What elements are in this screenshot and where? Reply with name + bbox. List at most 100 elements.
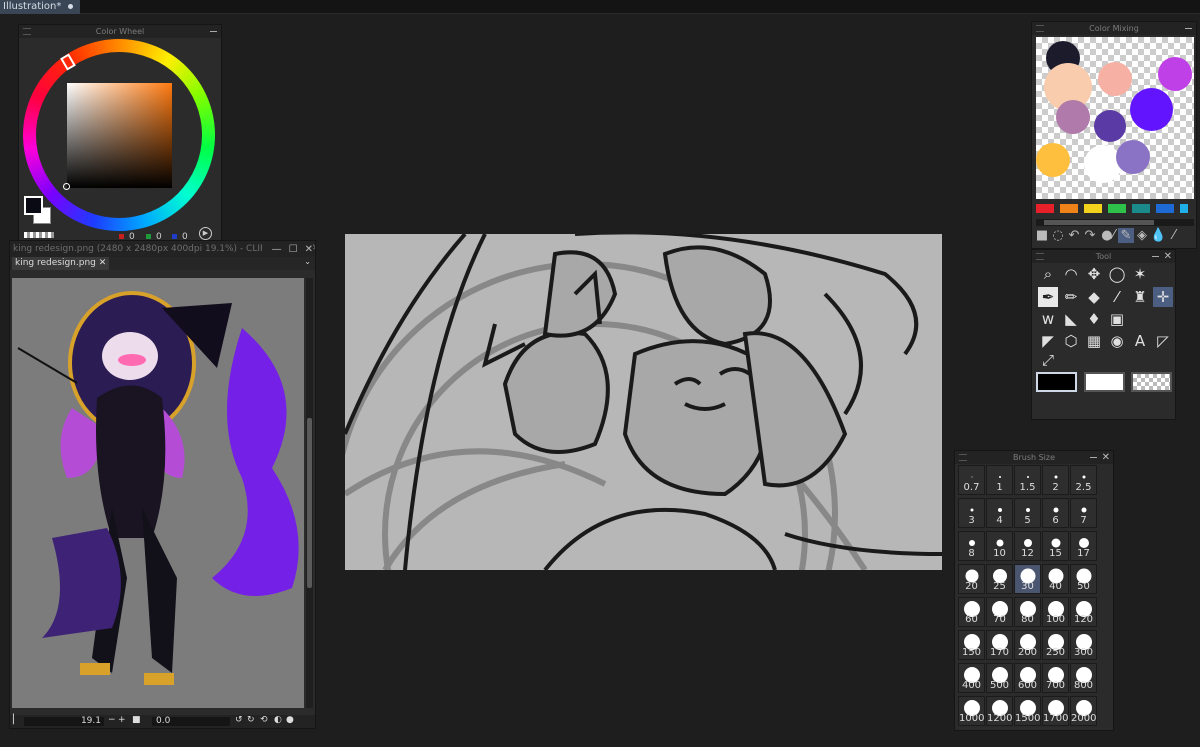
rotation-field[interactable]: 0.0: [152, 717, 230, 726]
main-canvas[interactable]: [345, 234, 942, 570]
minimize-icon[interactable]: [1090, 457, 1097, 458]
close-icon[interactable]: ✕: [1102, 451, 1110, 464]
saturation-value-square[interactable]: [67, 83, 172, 188]
color-blob[interactable]: [1094, 110, 1126, 142]
zoom-slider-left[interactable]: ▏: [13, 715, 20, 725]
brush-size-preset[interactable]: 60: [958, 597, 985, 627]
zoom-in-icon[interactable]: +: [118, 715, 126, 725]
brush-size-preset[interactable]: 600: [1014, 663, 1041, 693]
minimize-icon[interactable]: —: [272, 242, 282, 257]
brush-size-preset[interactable]: 17: [1070, 531, 1097, 561]
brush-size-preset[interactable]: 4: [986, 498, 1013, 528]
brush-size-preset[interactable]: 50: [1070, 564, 1097, 594]
palette-scrollbar[interactable]: [1036, 219, 1194, 226]
minimize-icon[interactable]: [210, 31, 217, 32]
brush-size-preset[interactable]: 7: [1070, 498, 1097, 528]
grip-icon[interactable]: [959, 454, 967, 461]
grip-icon[interactable]: [23, 28, 31, 35]
brush-size-preset[interactable]: 2.5: [1070, 465, 1097, 495]
palette-swatch[interactable]: [1036, 204, 1054, 213]
transparent-color-swatch[interactable]: [24, 232, 54, 238]
brush-size-preset[interactable]: 6: [1042, 498, 1069, 528]
brush-size-preset[interactable]: 1700: [1042, 696, 1069, 726]
lasso-tool-icon[interactable]: ◯: [1107, 264, 1127, 284]
eraser-tool-icon[interactable]: ◆: [1084, 287, 1104, 307]
fill-tool-icon[interactable]: ◣: [1061, 309, 1081, 329]
color-blob[interactable]: [1158, 57, 1192, 91]
brush-size-preset[interactable]: 10: [986, 531, 1013, 561]
palette-swatch[interactable]: [1132, 204, 1150, 213]
brush-size-preset[interactable]: 20: [958, 564, 985, 594]
zoom-out-icon[interactable]: −: [108, 715, 116, 725]
balloon-tool-icon[interactable]: ◸: [1153, 331, 1173, 351]
pencil-tool-icon[interactable]: ✏: [1061, 287, 1081, 307]
brush-size-preset[interactable]: 40: [1042, 564, 1069, 594]
color-blob[interactable]: [1130, 88, 1173, 131]
brush-size-preset[interactable]: 150: [958, 630, 985, 660]
minimize-icon[interactable]: [1152, 256, 1159, 257]
brush-size-preset[interactable]: 1.5: [1014, 465, 1041, 495]
brush-size-preset[interactable]: 700: [1042, 663, 1069, 693]
palette-swatch[interactable]: [1180, 204, 1188, 213]
color-blob[interactable]: [1056, 100, 1090, 134]
color-blob[interactable]: [1098, 62, 1132, 96]
palette-swatch[interactable]: [1084, 204, 1102, 213]
document-tab[interactable]: Illustration*: [0, 0, 80, 14]
sv-marker[interactable]: [63, 183, 70, 190]
ruler-tool-icon[interactable]: ◉: [1107, 331, 1127, 351]
move-tool-icon[interactable]: ✥: [1084, 264, 1104, 284]
grip-icon[interactable]: [1036, 25, 1044, 32]
eraser-icon[interactable]: ◈: [1134, 228, 1150, 243]
figure-tool-icon[interactable]: ◤: [1038, 331, 1058, 351]
brush-size-preset[interactable]: 1000: [958, 696, 985, 726]
brush-size-preset[interactable]: 200: [1014, 630, 1041, 660]
blend-brush-icon[interactable]: ✎: [1118, 228, 1134, 243]
lasso-icon[interactable]: ◌: [1050, 228, 1066, 243]
flip-vertical-icon[interactable]: ●: [286, 715, 294, 725]
undo-icon[interactable]: ↶: [1066, 228, 1082, 243]
airbrush-tool-icon[interactable]: ♜: [1130, 287, 1150, 307]
text-tool-icon[interactable]: A: [1130, 331, 1150, 351]
minimize-icon[interactable]: [1185, 28, 1192, 29]
palette-swatch[interactable]: [1156, 204, 1174, 213]
brush-size-preset[interactable]: 1: [986, 465, 1013, 495]
brush-size-preset[interactable]: 300: [1070, 630, 1097, 660]
water-drops-icon[interactable]: 💧: [1150, 228, 1166, 243]
flip-icon[interactable]: ◐: [274, 715, 282, 725]
brush-icon[interactable]: ●⁄: [1098, 228, 1118, 243]
brush-size-preset[interactable]: 25: [986, 564, 1013, 594]
pen-tool-icon[interactable]: ✒: [1038, 287, 1058, 307]
magic-wand-icon[interactable]: ✶: [1130, 264, 1150, 284]
transparent-color-chip[interactable]: [1131, 372, 1172, 392]
blend-tool-icon[interactable]: ✛: [1153, 287, 1173, 307]
brush-size-preset[interactable]: 120: [1070, 597, 1097, 627]
sub-color-chip[interactable]: [1084, 372, 1125, 392]
brush-size-preset[interactable]: 100: [1042, 597, 1069, 627]
brush-size-preset[interactable]: 1500: [1014, 696, 1041, 726]
file-tab[interactable]: king redesign.png ✕: [12, 257, 110, 270]
brush-size-preset[interactable]: 400: [958, 663, 985, 693]
chevron-down-icon[interactable]: ⌄: [304, 257, 311, 266]
brush-size-preset[interactable]: 0.7: [958, 465, 985, 495]
brush-size-preset[interactable]: 500: [986, 663, 1013, 693]
brush-size-preset[interactable]: 800: [1070, 663, 1097, 693]
reference-image[interactable]: [12, 278, 304, 708]
rotate-tool-icon[interactable]: ◠: [1061, 264, 1081, 284]
decoration-tool-icon[interactable]: ᴡ: [1038, 309, 1058, 329]
zoom-field[interactable]: 19.1: [24, 717, 104, 726]
close-icon[interactable]: ✕: [305, 242, 313, 257]
eyedropper-icon[interactable]: ⁄: [1166, 228, 1182, 243]
main-color-chip[interactable]: [1036, 372, 1077, 392]
smudge-tool-icon[interactable]: ♦: [1084, 309, 1104, 329]
brush-size-preset[interactable]: 80: [1014, 597, 1041, 627]
rotate-left-icon[interactable]: ↺: [235, 715, 243, 725]
brush-size-preset[interactable]: 170: [986, 630, 1013, 660]
correct-line-tool-icon[interactable]: ⤢: [1038, 350, 1058, 370]
vertical-scrollbar[interactable]: [306, 278, 313, 708]
brush-size-preset[interactable]: 15: [1042, 531, 1069, 561]
brush-size-preset[interactable]: 12: [1014, 531, 1041, 561]
reset-rotation-icon[interactable]: ⟲: [260, 715, 268, 725]
brush-size-preset[interactable]: 3: [958, 498, 985, 528]
rotate-right-icon[interactable]: ↻: [247, 715, 255, 725]
close-icon[interactable]: ✕: [1164, 250, 1172, 263]
